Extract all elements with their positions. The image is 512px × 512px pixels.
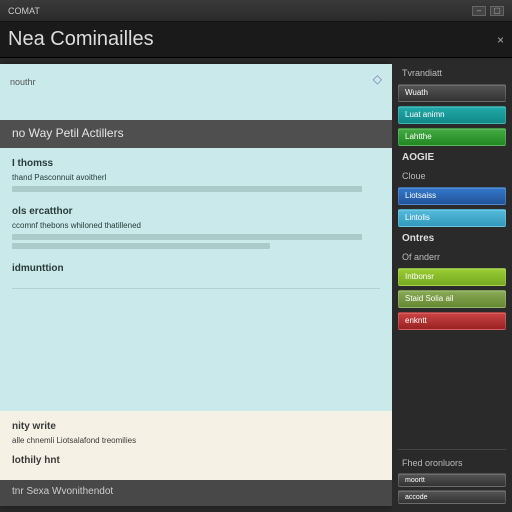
section: idmunttion bbox=[12, 263, 380, 274]
lower-subtext: alle chnemli Liotsalafond treomilies bbox=[12, 436, 380, 445]
sidebar-footer-button[interactable]: moortt bbox=[398, 473, 506, 487]
section-heading: idmunttion bbox=[12, 263, 380, 274]
sidebar: Tvrandiatt Wuath Luat animn Lahtthe AOGI… bbox=[392, 58, 512, 512]
title-bar: COMAT – ▢ bbox=[0, 0, 512, 22]
document-header-area: nouthr ◇ bbox=[0, 64, 392, 120]
window-controls: – ▢ bbox=[472, 6, 504, 16]
document-tab-label[interactable]: nouthr bbox=[10, 77, 36, 87]
page-title: Nea Cominailles bbox=[8, 28, 154, 51]
document-footer: tnr Sexa Wvonithendot bbox=[0, 480, 392, 506]
document-lower: nity write alle chnemli Liotsalafond tre… bbox=[0, 411, 392, 480]
document-body: I thomss thand Pasconnuit avoitherl ols … bbox=[0, 148, 392, 411]
sidebar-footer-button[interactable]: accode bbox=[398, 490, 506, 504]
page-header: Nea Cominailles × bbox=[0, 22, 512, 58]
sidebar-item[interactable]: Lintolis bbox=[398, 209, 506, 227]
sidebar-footer-label: Fhed oronluors bbox=[398, 456, 506, 470]
sidebar-section-label: Ontres bbox=[398, 231, 506, 246]
section: I thomss thand Pasconnuit avoitherl bbox=[12, 158, 380, 192]
sidebar-item[interactable]: Luat animn bbox=[398, 106, 506, 124]
document-title-bar: no Way Petil Actillers bbox=[0, 120, 392, 148]
main-panel: nouthr ◇ no Way Petil Actillers I thomss… bbox=[0, 64, 392, 506]
sidebar-item[interactable]: enkntt bbox=[398, 312, 506, 330]
close-icon[interactable]: × bbox=[497, 33, 504, 47]
section: ols ercatthor ccomnf thebons whiloned th… bbox=[12, 206, 380, 249]
divider bbox=[12, 288, 380, 289]
document-title: no Way Petil Actillers bbox=[12, 126, 124, 140]
bookmark-icon[interactable]: ◇ bbox=[373, 72, 382, 86]
sidebar-item[interactable]: Wuath bbox=[398, 84, 506, 102]
sidebar-item[interactable]: Staid Solia ail bbox=[398, 290, 506, 308]
sidebar-item[interactable]: Liotsaiss bbox=[398, 187, 506, 205]
sidebar-section-label: Tvrandiatt bbox=[398, 66, 506, 80]
text-line bbox=[12, 234, 362, 240]
sidebar-section-label: AOGIE bbox=[398, 150, 506, 165]
footer-text: tnr Sexa Wvonithendot bbox=[12, 486, 113, 497]
text-line bbox=[12, 186, 362, 192]
app-name: COMAT bbox=[8, 6, 40, 16]
lower-heading: lothily hnt bbox=[12, 455, 380, 466]
lower-heading: nity write bbox=[12, 421, 380, 432]
workspace: nouthr ◇ no Way Petil Actillers I thomss… bbox=[0, 58, 512, 512]
section-heading: I thomss bbox=[12, 158, 380, 169]
sidebar-footer: Fhed oronluors moortt accode bbox=[398, 449, 506, 504]
sidebar-sublabel: Cloue bbox=[398, 169, 506, 183]
text-line bbox=[12, 243, 270, 249]
section-subtext: ccomnf thebons whiloned thatillened bbox=[12, 221, 380, 230]
sidebar-sublabel: Of anderr bbox=[398, 250, 506, 264]
sidebar-item[interactable]: Lahtthe bbox=[398, 128, 506, 146]
sidebar-item[interactable]: Intbonsr bbox=[398, 268, 506, 286]
section-subtext: thand Pasconnuit avoitherl bbox=[12, 173, 380, 182]
maximize-button[interactable]: ▢ bbox=[490, 6, 504, 16]
section-heading: ols ercatthor bbox=[12, 206, 380, 217]
minimize-button[interactable]: – bbox=[472, 6, 486, 16]
